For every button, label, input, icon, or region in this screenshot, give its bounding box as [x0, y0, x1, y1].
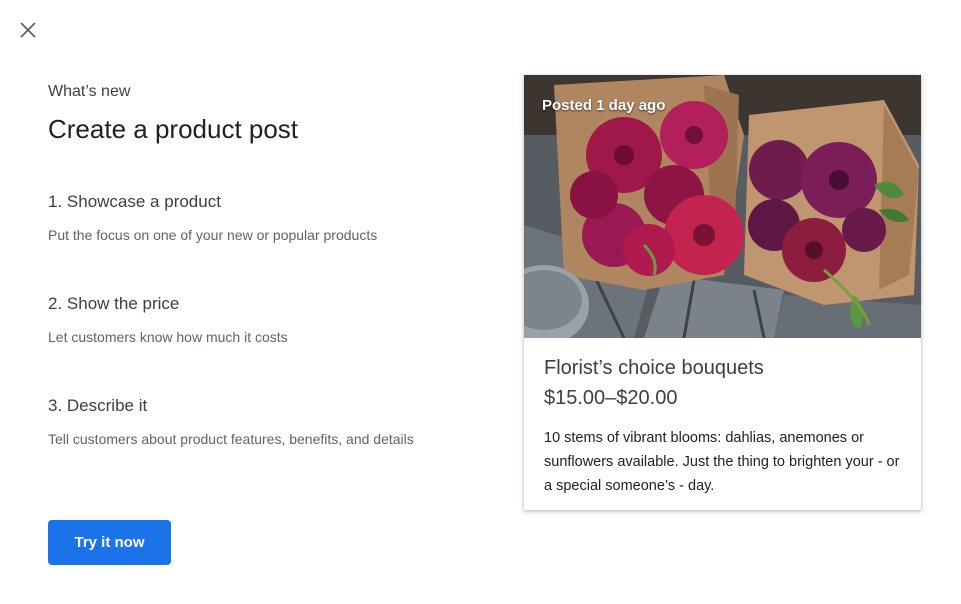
product-name: Florist’s choice bouquets: [544, 357, 764, 379]
card-body: Florist’s choice bouquets $15.00–$20.00 …: [524, 338, 921, 498]
close-icon: [20, 22, 36, 38]
intro-panel: What’s new Create a product post 1. Show…: [48, 80, 468, 447]
step-description: Tell customers about product features, b…: [48, 431, 414, 447]
page-title: Create a product post: [48, 114, 299, 144]
product-image: Posted 1 day ago: [524, 75, 921, 338]
step-describe: 3. Describe it Tell customers about prod…: [48, 394, 468, 454]
whats-new-dialog: What’s new Create a product post 1. Show…: [0, 0, 961, 604]
posted-time-label: Posted 1 day ago: [542, 97, 666, 114]
product-post-preview-card: Posted 1 day ago Florist’s choice bouque…: [524, 75, 921, 510]
step-description: Put the focus on one of your new or popu…: [48, 227, 378, 243]
step-description: Let customers know how much it costs: [48, 329, 288, 345]
product-description: 10 stems of vibrant blooms: dahlias, ane…: [544, 430, 900, 494]
eyebrow-label: What’s new: [48, 83, 131, 100]
product-price: $15.00–$20.00: [544, 387, 678, 409]
flower-bouquet-image: [524, 75, 921, 338]
step-price: 2. Show the price Let customers know how…: [48, 292, 468, 352]
step-title: 1. Showcase a product: [48, 192, 221, 211]
try-it-now-button[interactable]: Try it now: [48, 520, 171, 565]
step-title: 2. Show the price: [48, 294, 180, 313]
close-button[interactable]: [14, 16, 42, 44]
step-title: 3. Describe it: [48, 396, 148, 415]
step-showcase: 1. Showcase a product Put the focus on o…: [48, 190, 468, 250]
